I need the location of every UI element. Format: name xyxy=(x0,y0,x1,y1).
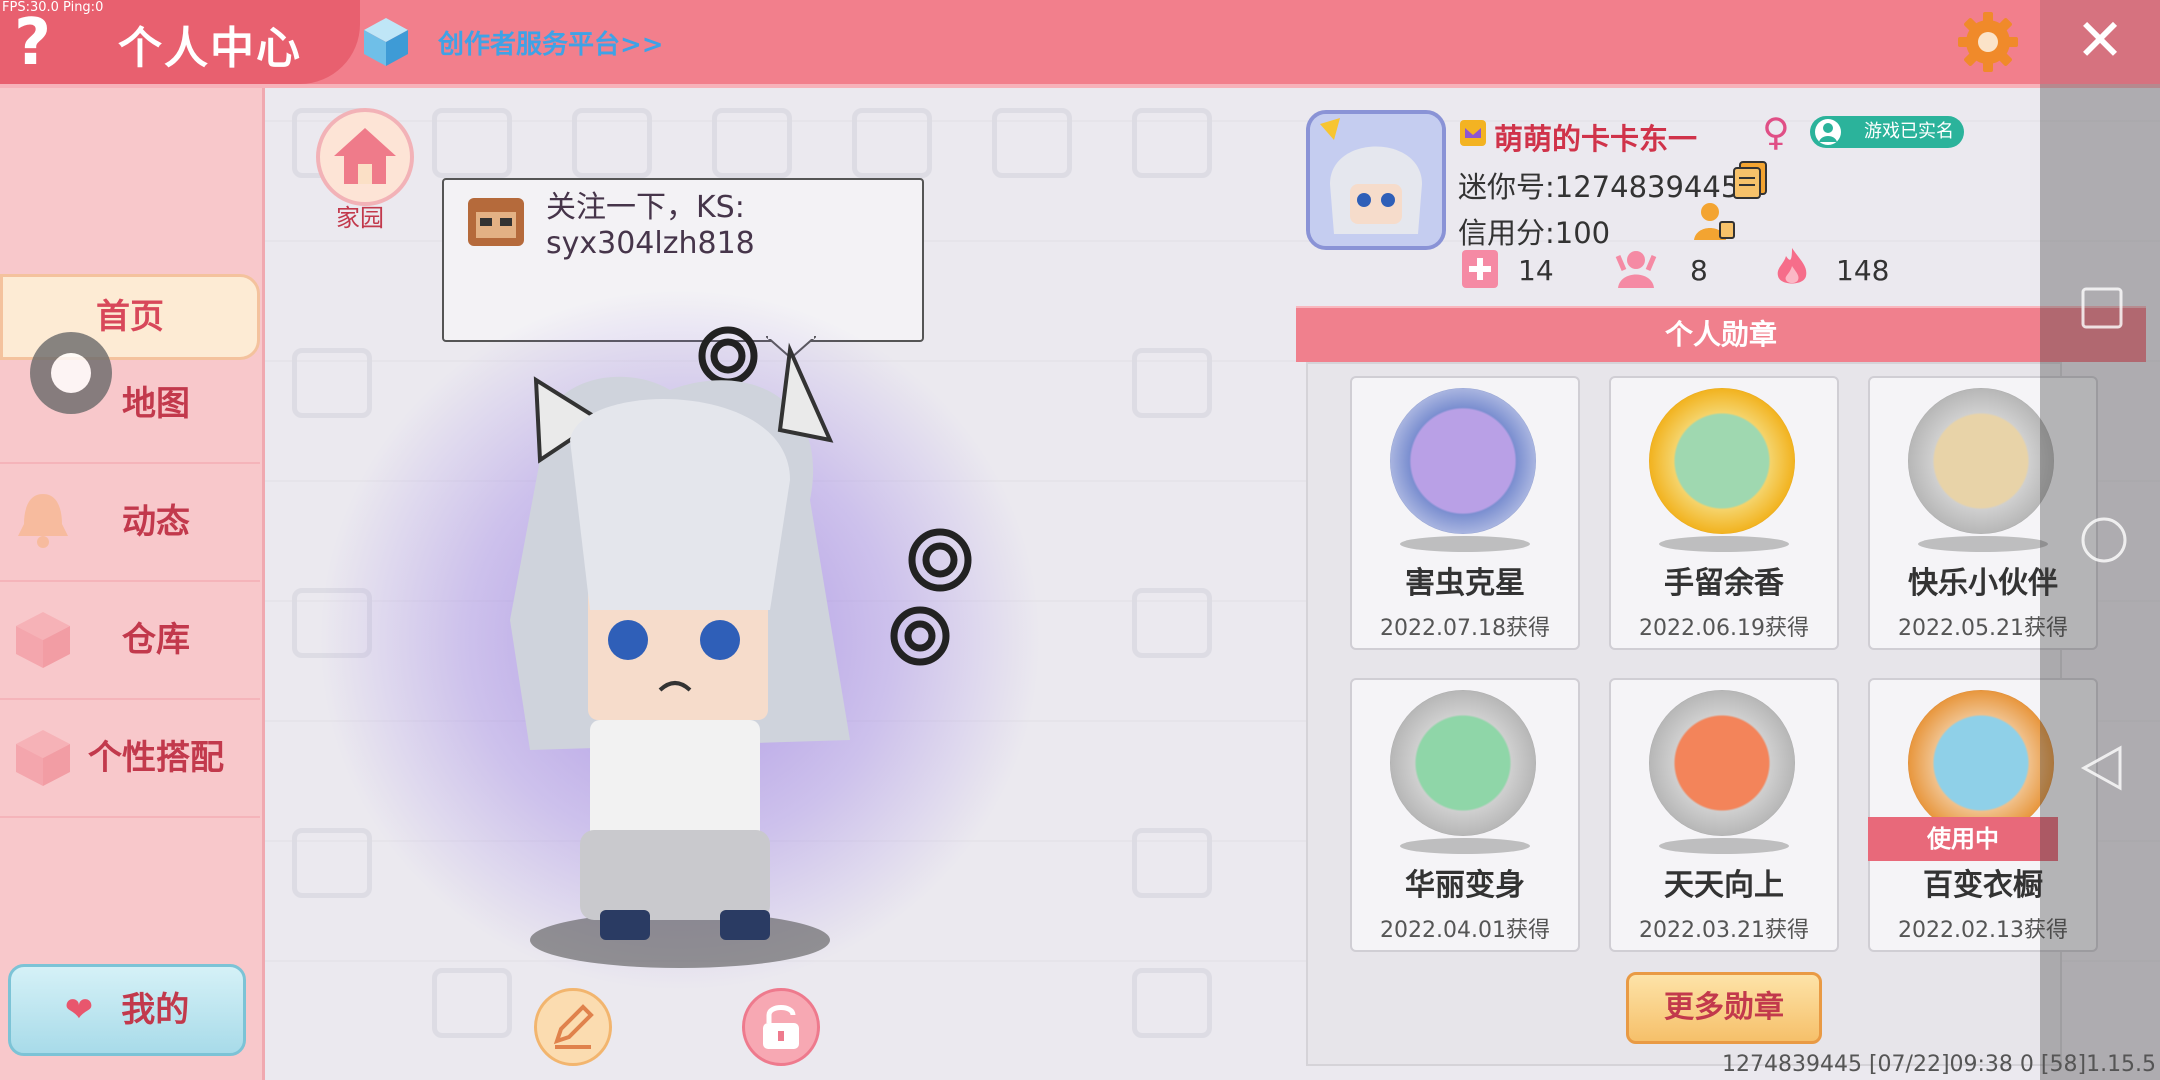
medal-shadow xyxy=(1659,838,1789,854)
character-avatar[interactable] xyxy=(470,320,990,980)
vip-icon xyxy=(1460,120,1486,146)
unlock-button[interactable] xyxy=(742,988,820,1066)
heart-icon: ❤ xyxy=(64,990,94,1030)
back-icon[interactable] xyxy=(2080,744,2124,792)
sidebar-item-label: 地图 xyxy=(122,384,190,424)
badge-card[interactable]: 害虫克星 2022.07.18获得 xyxy=(1350,376,1580,650)
sidebar-item-feed[interactable]: 动态 xyxy=(0,464,260,582)
badge-card[interactable]: 天天向上 2022.03.21获得 xyxy=(1609,678,1839,952)
badge-name: 手留余香 xyxy=(1664,566,1784,601)
pest-buster-medal-icon xyxy=(1390,388,1536,534)
home-label: 家园 xyxy=(336,204,384,232)
badge-name: 天天向上 xyxy=(1664,868,1784,903)
medal-shadow xyxy=(1918,536,2048,552)
mine-button[interactable]: ❤ 我的 xyxy=(8,964,246,1056)
box-icon xyxy=(16,612,70,668)
unlock-icon xyxy=(763,1005,799,1049)
stat-fans: 8 xyxy=(1690,254,1708,287)
sidebar-item-outfit[interactable]: 个性搭配 xyxy=(0,700,260,818)
credit-person-icon[interactable] xyxy=(1692,200,1736,242)
daily-progress-medal-icon xyxy=(1649,690,1795,836)
avatar-portrait xyxy=(1310,114,1442,246)
badge-date: 2022.06.19获得 xyxy=(1639,616,1809,641)
in-use-tag: 使用中 xyxy=(1868,817,2058,861)
medal-shadow xyxy=(1400,838,1530,854)
transform-medal-icon xyxy=(1390,690,1536,836)
edit-button[interactable] xyxy=(534,988,612,1066)
author-avatar-icon xyxy=(468,198,524,246)
badge-date: 2022.07.18获得 xyxy=(1380,616,1550,641)
more-badges-button[interactable]: 更多勋章 xyxy=(1626,972,1822,1044)
home-button[interactable] xyxy=(316,108,414,206)
avatar[interactable] xyxy=(1306,110,1446,250)
bell-icon xyxy=(18,494,68,548)
pencil-icon xyxy=(553,1004,594,1049)
gender-female-icon: ♀ xyxy=(1762,110,1790,154)
badge-date: 2022.03.21获得 xyxy=(1639,918,1809,943)
sidebar-item-label: 动态 xyxy=(122,502,190,542)
gear-icon[interactable] xyxy=(1956,10,2020,74)
bubble-line-1: 关注一下，KS: xyxy=(546,190,745,225)
creator-platform-link[interactable]: 创作者服务平台>> xyxy=(438,24,664,61)
stat-friends: 14 xyxy=(1518,254,1554,287)
mine-label: 我的 xyxy=(121,990,190,1030)
close-button[interactable]: ✕ xyxy=(2040,0,2160,84)
medal-shadow xyxy=(1400,536,1530,552)
badges-header: 个人勋章 xyxy=(1296,306,2146,362)
stat-popularity: 148 xyxy=(1836,254,1890,287)
system-nav-bar xyxy=(2040,84,2160,1080)
home-nav-icon[interactable] xyxy=(2080,516,2128,564)
sidebar-item-storage[interactable]: 仓库 xyxy=(0,582,260,700)
badge-card[interactable]: 华丽变身 2022.04.01获得 xyxy=(1350,678,1580,952)
sidebar-item-label: 个性搭配 xyxy=(88,738,224,778)
fragrance-medal-icon xyxy=(1649,388,1795,534)
page-title: 个人中心 xyxy=(118,23,302,74)
happy-partner-medal-icon xyxy=(1908,388,2054,534)
recent-apps-icon[interactable] xyxy=(2080,286,2124,330)
cube-icon xyxy=(364,18,408,66)
outfit-icon xyxy=(16,730,70,786)
badge-name: 害虫克星 xyxy=(1405,566,1525,601)
medal-shadow xyxy=(1659,536,1789,552)
fans-icon xyxy=(1615,251,1657,288)
house-icon xyxy=(334,128,396,184)
bubble-line-2: syx304lzh818 xyxy=(546,226,755,261)
help-button[interactable]: ? xyxy=(14,6,51,80)
fire-icon xyxy=(1777,248,1807,284)
wardrobe-medal-icon xyxy=(1908,690,2054,836)
sidebar: 首页 地图 动态 仓库 个性搭配 xyxy=(0,88,265,1080)
copy-icon[interactable] xyxy=(1732,160,1770,200)
badge-card[interactable]: 手留余香 2022.06.19获得 xyxy=(1609,376,1839,650)
sidebar-item-label: 首页 xyxy=(96,297,164,337)
user-check-icon xyxy=(1815,119,1841,145)
floating-touch-button[interactable] xyxy=(30,332,112,414)
footer-info: 1274839445 [07/22]09:38 0 [58]1.15.5 xyxy=(1722,1052,2157,1077)
badge-date: 2022.04.01获得 xyxy=(1380,918,1550,943)
realname-label: 游戏已实名 xyxy=(1864,121,1954,142)
badge-name: 华丽变身 xyxy=(1405,868,1525,903)
username: 萌萌的卡卡东一 xyxy=(1494,122,1698,156)
bubble-text: 关注一下，KS: syx304lzh818 xyxy=(546,190,906,262)
add-friend-icon xyxy=(1462,250,1498,288)
sidebar-item-label: 仓库 xyxy=(122,620,190,660)
